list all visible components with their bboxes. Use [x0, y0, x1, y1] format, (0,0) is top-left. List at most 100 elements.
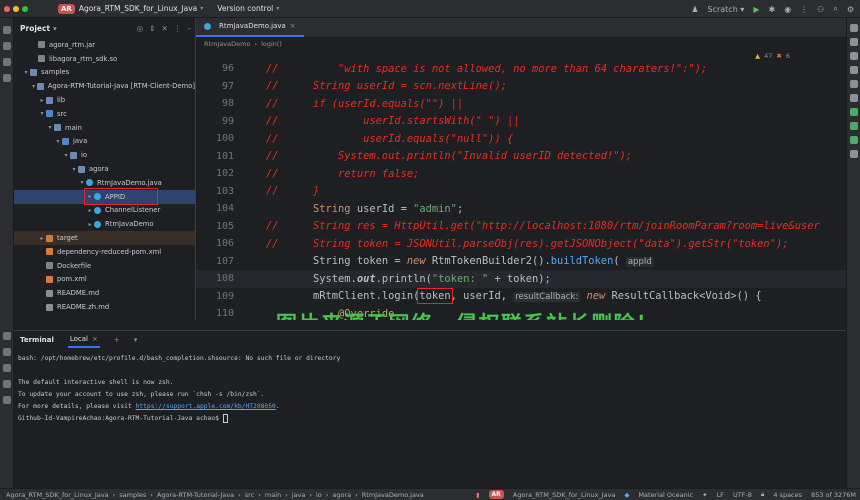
code-line[interactable]: 101 // System.out.println("Invalid userID… [196, 148, 846, 166]
version-control-menu[interactable]: Version control [217, 4, 273, 13]
chevron-right-icon[interactable]: ▸ [86, 207, 94, 214]
expand-icon[interactable]: ⇕ [149, 24, 155, 33]
line-number[interactable]: 100 [196, 133, 234, 144]
layers-tool-icon[interactable] [2, 348, 11, 356]
locate-icon[interactable]: ◎ [137, 24, 144, 33]
ai-assistant-icon[interactable] [849, 80, 858, 88]
more-icon[interactable]: ⋮ [800, 5, 808, 14]
new-tab-icon[interactable]: + [114, 336, 120, 344]
tree-item[interactable]: ▸ target [14, 231, 195, 245]
line-number[interactable]: 97 [196, 81, 234, 92]
settings-icon[interactable]: ⚙ [847, 5, 854, 14]
endpoints-icon[interactable] [849, 94, 858, 102]
tree-item[interactable]: ▾ Agora-RTM-Tutorial-Java [RTM-Client-Dem… [14, 79, 195, 93]
ai-icon[interactable]: ✦ [702, 491, 707, 499]
line-number[interactable]: 99 [196, 116, 234, 127]
breadcrumb-class[interactable]: RtmJavaDemo [204, 40, 250, 48]
tree-item[interactable]: ▾ main [14, 121, 195, 135]
code-line[interactable]: 100 // userId.equals("null")) { [196, 130, 846, 148]
path-segment[interactable]: src [245, 491, 255, 499]
tree-item[interactable]: ▸ lib [14, 93, 195, 107]
tree-item[interactable]: ▾ src [14, 107, 195, 121]
hide-icon[interactable]: – [187, 24, 191, 33]
tree-item[interactable]: dependency-reduced-pom.xml [14, 245, 195, 259]
path-segment[interactable]: io [316, 491, 322, 499]
tree-item[interactable]: libagora_rtm_sdk.so [14, 52, 195, 66]
database-icon[interactable] [849, 38, 858, 46]
status-project[interactable]: Agora_RTM_SDK_for_Linux_Java [513, 491, 616, 499]
tree-item[interactable]: Dockerfile [14, 259, 195, 273]
theme-widget[interactable]: Material Oceanic [638, 491, 693, 499]
line-number[interactable]: 101 [196, 151, 234, 162]
path-segment[interactable]: java [292, 491, 306, 499]
stop-icon[interactable]: ◉ [784, 5, 791, 14]
tree-item[interactable]: ▸ APPID [14, 187, 195, 205]
path-segment[interactable]: RtmJavaDemo.java [362, 491, 424, 499]
code-line[interactable]: 102 // return false; [196, 165, 846, 183]
code-line[interactable]: 104 String userId = "admin"; [196, 200, 846, 218]
terminal-link[interactable]: https://support.apple.com/kb/HT208050 [136, 403, 276, 410]
line-separator[interactable]: LF [717, 491, 724, 499]
tree-item[interactable]: ▾ agora [14, 162, 195, 176]
path-segment[interactable]: Agora-RTM-Tutorial-Java [157, 491, 234, 499]
code-line[interactable]: 108 System.out.println("token: " + token… [196, 270, 846, 288]
tree-item[interactable]: ▾ io [14, 148, 195, 162]
window-controls[interactable] [4, 5, 28, 12]
line-number[interactable]: 107 [196, 256, 234, 267]
encoding[interactable]: UTF-8 [733, 491, 752, 499]
problems-tool-icon[interactable] [2, 380, 11, 388]
tree-item[interactable]: README.md [14, 286, 195, 300]
run-icon[interactable]: ▶ [753, 5, 759, 14]
lock-icon[interactable]: 🔒︎ [761, 490, 764, 499]
minimize-window-button[interactable] [13, 5, 19, 12]
code-line[interactable]: 96 // "with space is not allowed, no more… [196, 60, 846, 78]
code-line[interactable]: 97 // String userId = scn.nextLine(); [196, 78, 846, 96]
chevron-down-icon[interactable]: ▾ [134, 336, 138, 344]
project-tool-icon[interactable] [2, 26, 11, 34]
maven-icon[interactable] [849, 52, 858, 60]
chevron-down-icon[interactable]: ▾ [22, 69, 30, 76]
collab-icon[interactable]: ⚇ [817, 5, 824, 14]
collapse-icon[interactable]: ✕ [161, 24, 167, 33]
run-config-selector[interactable]: Scratch ▾ [707, 5, 744, 14]
gradle-icon[interactable] [849, 66, 858, 74]
code-line[interactable]: 103 // } [196, 183, 846, 201]
vcs-tool-icon[interactable] [2, 396, 11, 404]
tree-item[interactable]: agora_rtm.jar [14, 38, 195, 52]
line-number[interactable]: 98 [196, 98, 234, 109]
line-number[interactable]: 110 [196, 308, 234, 319]
chevron-down-icon[interactable]: ▾ [38, 110, 46, 117]
tree-item[interactable]: pom.xml [14, 273, 195, 287]
tree-item[interactable]: ▸ ChannelListener [14, 204, 195, 218]
chevron-right-icon[interactable]: ▸ [38, 235, 46, 242]
breadcrumb-method[interactable]: login() [261, 40, 282, 48]
code-line[interactable]: 98 // if (userId.equals("") || [196, 95, 846, 113]
tree-item[interactable]: README.zh.md [14, 300, 195, 314]
tree-item[interactable]: ▾ java [14, 135, 195, 149]
plugin-icon[interactable] [849, 136, 858, 144]
chevron-down-icon[interactable]: ▾ [78, 179, 86, 186]
tree-item[interactable]: ▸ RtmJavaDemo [14, 217, 195, 231]
code-line[interactable]: 106 // String token = JSONUtil.parseObj(r… [196, 235, 846, 253]
bookmarks-icon[interactable] [849, 150, 858, 158]
plugin-icon[interactable] [849, 108, 858, 116]
terminal-tab-local[interactable]: Local × [67, 332, 100, 348]
debug-icon[interactable]: ✱ [768, 5, 775, 14]
line-number[interactable]: 103 [196, 186, 234, 197]
chevron-down-icon[interactable]: ▾ [46, 124, 54, 131]
commit-tool-icon[interactable] [2, 42, 11, 50]
indent-setting[interactable]: 4 spaces [773, 491, 802, 499]
line-number[interactable]: 96 [196, 63, 234, 74]
line-number[interactable]: 105 [196, 221, 234, 232]
search-icon[interactable]: ⌕ [833, 4, 837, 14]
chevron-down-icon[interactable]: ▾ [62, 152, 70, 159]
line-number[interactable]: 106 [196, 238, 234, 249]
memory-indicator[interactable]: 853 of 3276M [811, 491, 856, 499]
line-number[interactable]: 109 [196, 291, 234, 302]
close-tab-icon[interactable]: × [290, 22, 296, 30]
chevron-down-icon[interactable]: ▾ [30, 83, 37, 90]
tree-item[interactable]: ▾ samples [14, 66, 195, 80]
profile-icon[interactable]: ♟ [691, 5, 698, 14]
inspection-widget[interactable]: ▲ 47 ✖ 6 [755, 52, 790, 60]
plugin-icon[interactable] [849, 122, 858, 130]
